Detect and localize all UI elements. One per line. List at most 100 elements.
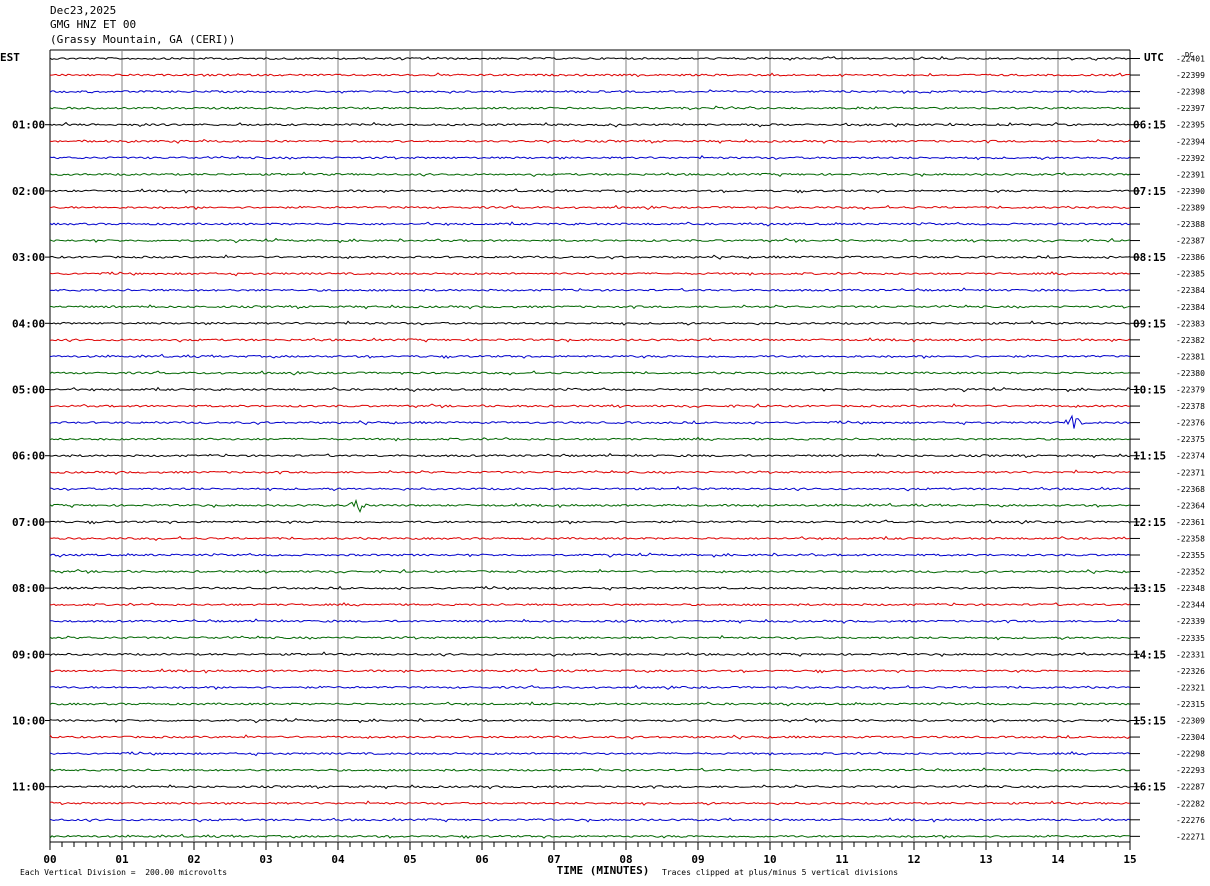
dc-offset-label: -22379: [1176, 386, 1205, 395]
x-tick-label: 14: [1051, 853, 1065, 866]
utc-hour-label: 16:15: [1133, 781, 1166, 794]
trace-line: [49, 221, 1131, 227]
trace-line: [49, 701, 1131, 707]
dc-offset-label: -22398: [1176, 88, 1205, 97]
trace-line: [49, 121, 1131, 128]
trace-line: [49, 717, 1131, 724]
trace-line: [49, 668, 1131, 674]
trace-line: [49, 784, 1131, 790]
trace-line: [49, 602, 1131, 607]
dc-offset-label: -22331: [1176, 650, 1205, 659]
dc-offset-label: -22358: [1176, 534, 1205, 543]
utc-hour-label: 11:15: [1133, 450, 1166, 463]
trace-line: [49, 89, 1131, 94]
dc-offset-label: -22282: [1176, 799, 1205, 808]
trace-line: [49, 403, 1130, 409]
est-axis-title: EST: [0, 51, 20, 64]
dc-offset-label: -22378: [1176, 402, 1205, 411]
dc-offset-label: -22386: [1176, 253, 1205, 262]
utc-hour-label: 08:15: [1133, 251, 1166, 264]
trace-line: [49, 171, 1131, 178]
dc-offset-label: -22361: [1176, 518, 1205, 527]
dc-offset-label: -22385: [1176, 270, 1205, 279]
est-hour-label: 10:00: [12, 715, 45, 728]
dc-axis-title: DC: [1185, 51, 1193, 59]
trace-line: [49, 55, 1131, 61]
trace-line: [49, 684, 1131, 690]
dc-offset-label: -22387: [1176, 237, 1205, 246]
dc-offset-label: -22326: [1176, 667, 1205, 676]
est-hour-label: 02:00: [12, 185, 45, 198]
dc-offset-label: -22394: [1176, 137, 1205, 146]
dc-offset-label: -22397: [1176, 104, 1205, 113]
trace-line: [49, 800, 1131, 806]
dc-offset-label: -22389: [1176, 203, 1205, 212]
utc-axis-title: UTC: [1144, 51, 1164, 64]
x-tick-label: 02: [187, 853, 200, 866]
utc-hour-label: 07:15: [1133, 185, 1166, 198]
x-tick-label: 15: [1123, 853, 1136, 866]
dc-offset-label: -22304: [1176, 733, 1205, 742]
trace-line: [49, 618, 1131, 624]
trace-line: [49, 817, 1131, 823]
dc-offset-label: -22293: [1176, 766, 1205, 775]
est-hour-label: 04:00: [12, 317, 45, 330]
x-tick-label: 12: [907, 853, 920, 866]
dc-offset-label: -22287: [1176, 783, 1205, 792]
utc-hour-label: 06:15: [1133, 119, 1166, 132]
est-hour-label: 08:00: [12, 582, 45, 595]
trace-line: [49, 767, 1131, 772]
est-hour-label: 09:00: [12, 648, 45, 661]
trace-line: [49, 452, 1131, 459]
utc-hour-label: 09:15: [1133, 317, 1166, 330]
x-tick-label: 01: [115, 853, 129, 866]
x-tick-label: 00: [43, 853, 56, 866]
trace-line: [49, 734, 1131, 740]
est-hour-label: 01:00: [12, 119, 45, 132]
utc-hour-label: 13:15: [1133, 582, 1166, 595]
trace-line: [49, 105, 1131, 111]
scale-note: Each Vertical Division = 200.00 microvol…: [20, 868, 228, 877]
dc-offset-label: -22315: [1176, 700, 1205, 709]
est-hour-label: 03:00: [12, 251, 45, 264]
dc-offset-label: -22335: [1176, 634, 1205, 643]
trace-line: [49, 485, 1131, 492]
dc-offset-label: -22371: [1176, 468, 1205, 477]
utc-hour-label: 14:15: [1133, 648, 1166, 661]
trace-line: [49, 287, 1131, 292]
dc-offset-label: -22384: [1176, 286, 1205, 295]
trace-line: [49, 634, 1131, 641]
trace-line: [49, 568, 1131, 575]
trace-line: [49, 204, 1131, 211]
dc-offset-label: -22375: [1176, 435, 1205, 444]
dc-offset-label: -22376: [1176, 419, 1205, 428]
trace-line: [49, 138, 1131, 144]
trace-line: [49, 552, 1131, 558]
dc-offset-label: -22271: [1176, 832, 1205, 841]
trace-line: [49, 585, 1131, 591]
trace-line: [49, 188, 1131, 194]
utc-hour-label: 15:15: [1133, 715, 1166, 728]
trace-line: [49, 414, 1131, 429]
dc-offset-label: -22309: [1176, 717, 1205, 726]
trace-line: [49, 304, 1131, 310]
dc-offset-label: -22395: [1176, 121, 1205, 130]
est-hour-label: 07:00: [12, 516, 45, 529]
trace-line: [49, 237, 1131, 244]
dc-offset-label: -22339: [1176, 617, 1205, 626]
dc-offset-label: -22352: [1176, 568, 1205, 577]
trace-line: [49, 469, 1131, 475]
dc-offset-label: -22382: [1176, 336, 1205, 345]
trace-line: [49, 337, 1131, 343]
dc-offset-label: -22368: [1176, 485, 1205, 494]
dc-offset-label: -22355: [1176, 551, 1205, 560]
trace-line: [49, 386, 1131, 393]
dc-offset-label: -22321: [1176, 683, 1205, 692]
trace-line: [49, 498, 1131, 513]
x-tick-label: 10: [763, 853, 776, 866]
dc-offset-label: -22344: [1176, 601, 1205, 610]
trace-line: [49, 370, 1131, 376]
utc-hour-label: 10:15: [1133, 384, 1166, 397]
dc-offset-label: -22374: [1176, 452, 1205, 461]
dc-offset-label: -22388: [1176, 220, 1205, 229]
